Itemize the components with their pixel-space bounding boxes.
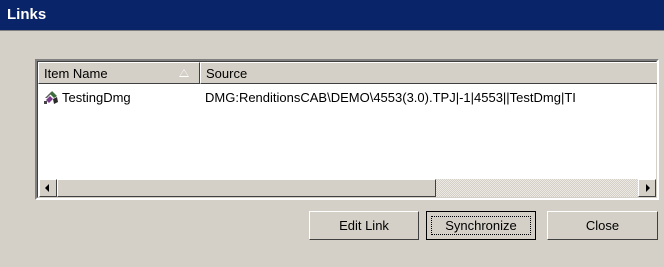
column-header-item-name[interactable]: Item Name — [38, 62, 200, 84]
synchronize-button-label: Synchronize — [445, 217, 517, 233]
title-bar[interactable]: Links — [0, 0, 664, 31]
source-cell: DMG:RenditionsCAB\DEMO\4553(3.0).TPJ|-1|… — [205, 90, 576, 105]
scroll-right-button[interactable] — [638, 179, 656, 197]
column-header-source[interactable]: Source — [200, 62, 657, 84]
arrow-left-icon — [45, 184, 49, 192]
scrollbar-thumb[interactable] — [57, 179, 436, 197]
column-header-label: Source — [206, 66, 248, 81]
link-item-icon — [44, 91, 58, 104]
synchronize-button[interactable]: Synchronize — [426, 211, 536, 240]
scroll-left-button[interactable] — [39, 179, 57, 197]
horizontal-scrollbar[interactable] — [38, 179, 657, 197]
arrow-right-icon — [646, 184, 650, 192]
column-header-label: Item Name — [44, 66, 108, 81]
sort-ascending-icon — [179, 69, 189, 77]
edit-link-button[interactable]: Edit Link — [309, 211, 419, 240]
list-header: Item Name Source — [38, 62, 657, 84]
links-list[interactable]: Item Name Source TestingDmg DMG:Renditio… — [35, 59, 659, 200]
close-button[interactable]: Close — [547, 211, 658, 240]
item-name-cell: TestingDmg — [62, 90, 131, 105]
list-item[interactable]: TestingDmg DMG:RenditionsCAB\DEMO\4553(3… — [38, 88, 657, 108]
window-title: Links — [7, 6, 47, 23]
